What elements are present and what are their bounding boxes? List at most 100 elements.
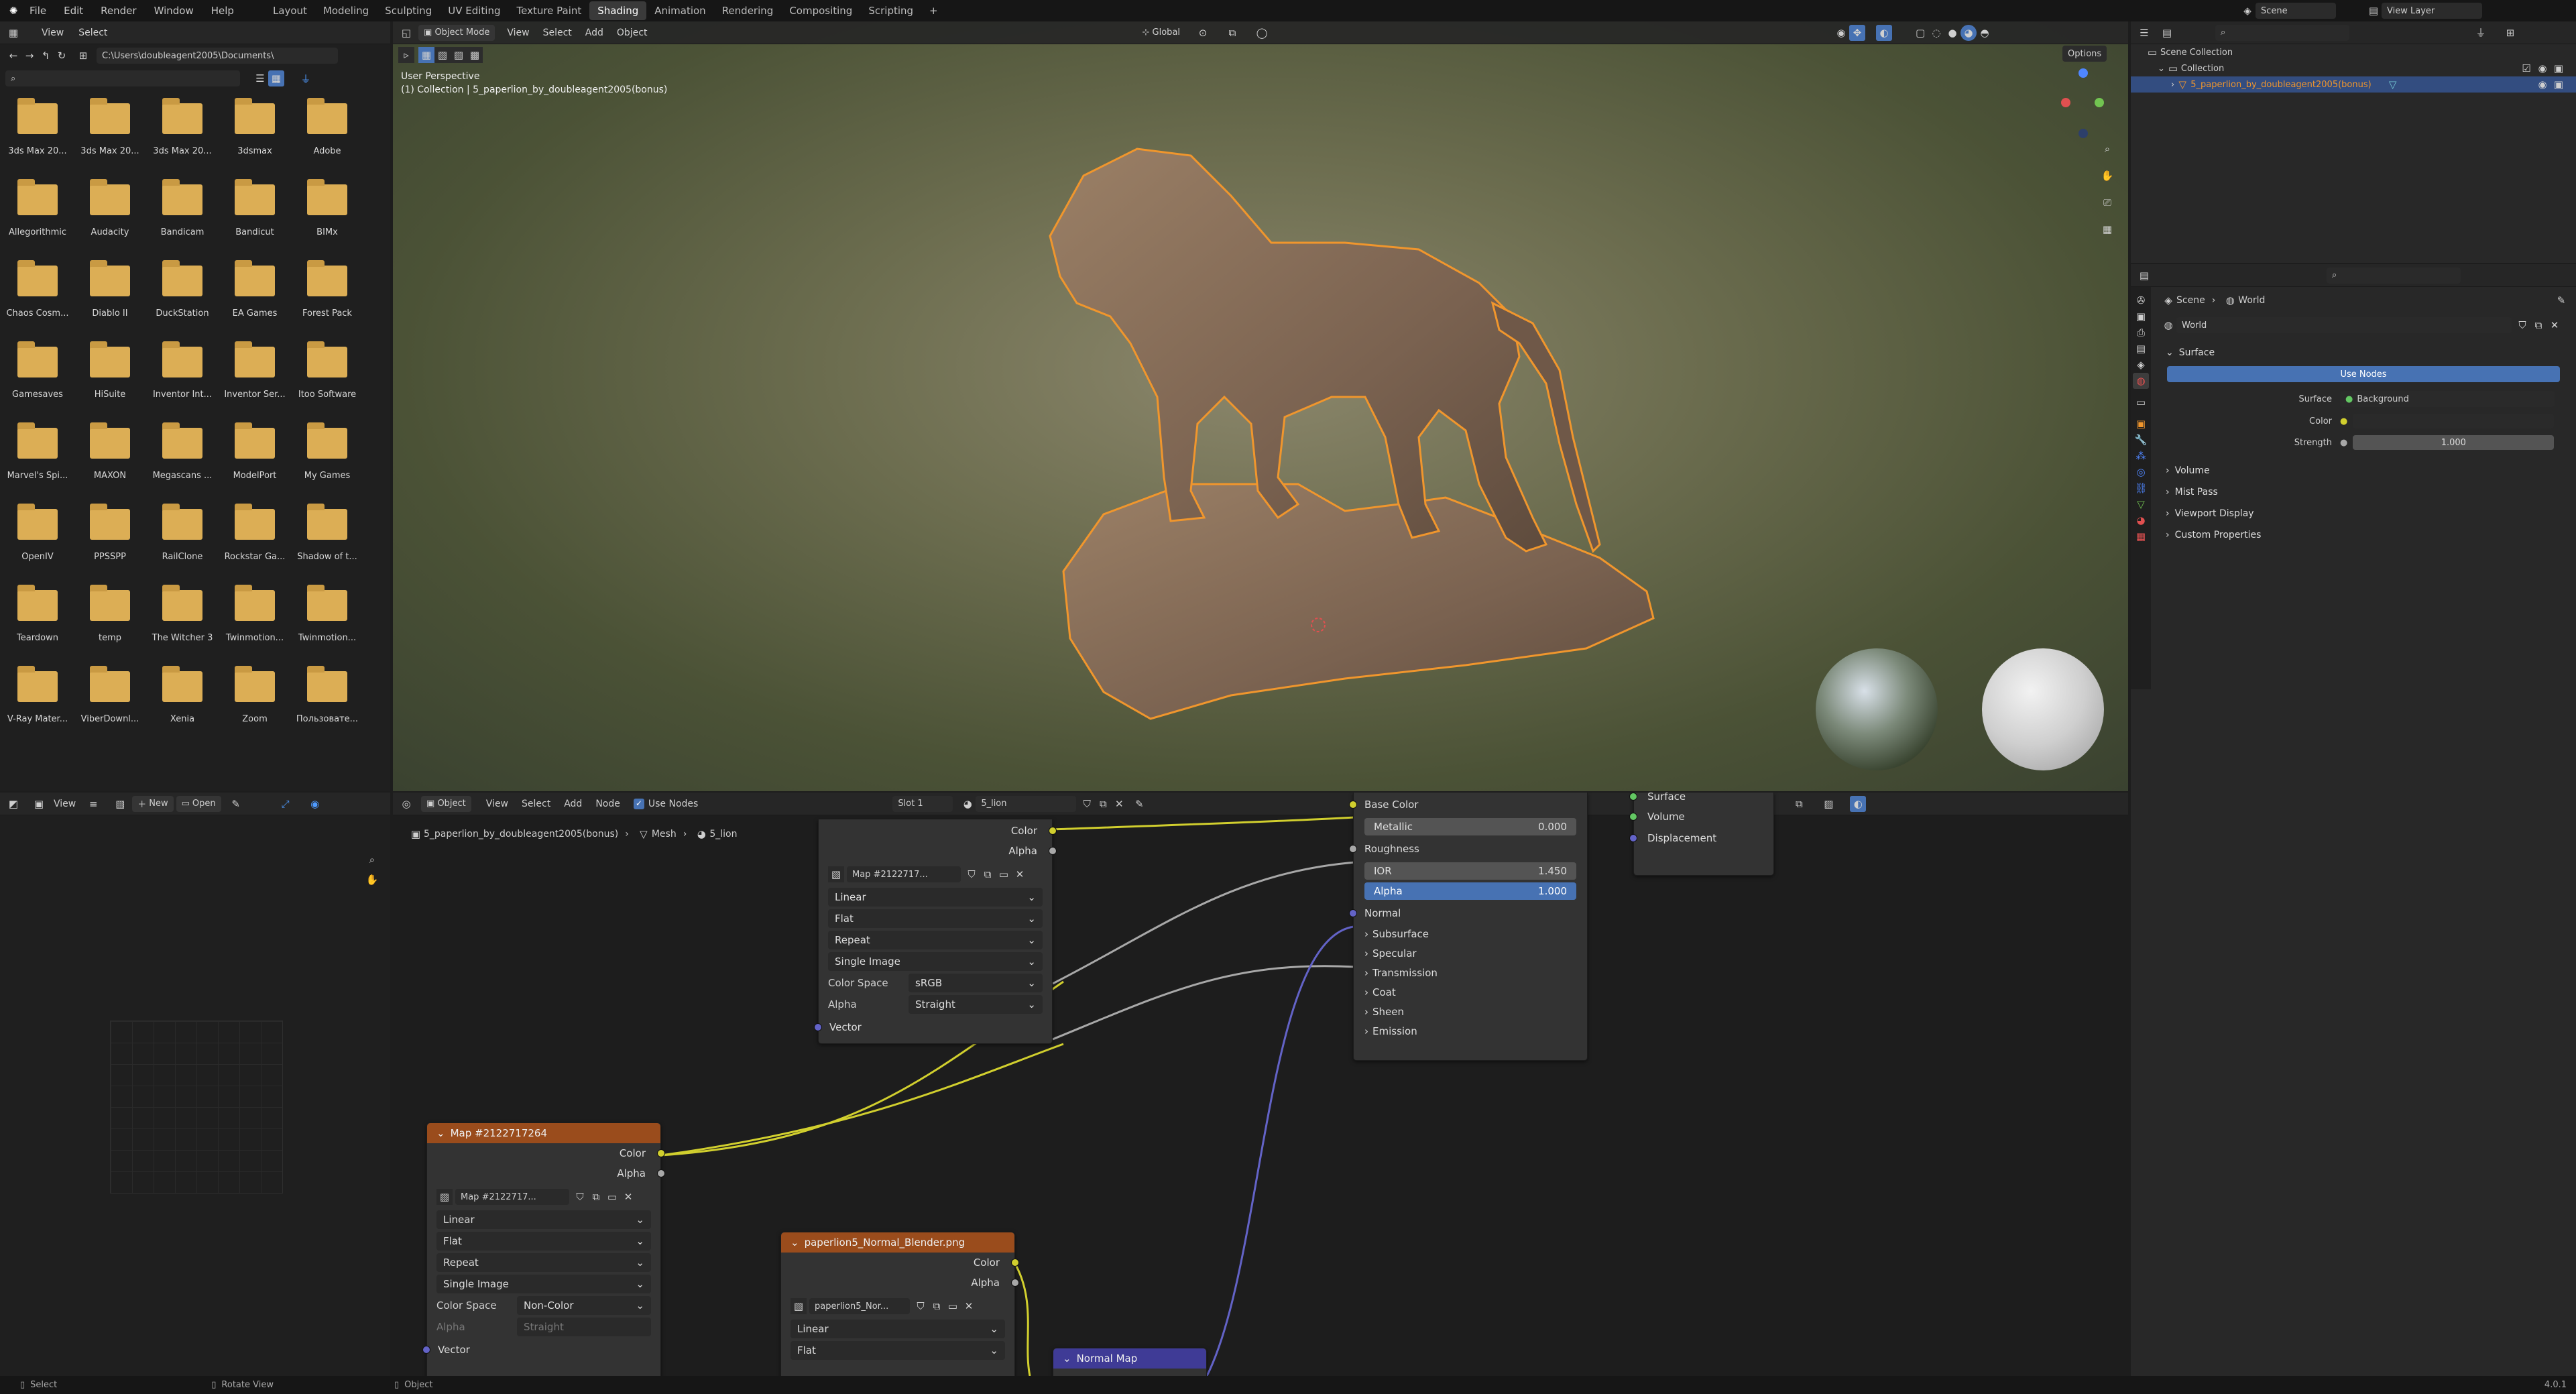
duplicate-image-icon[interactable]: ⧉: [980, 866, 996, 882]
tab-texture-paint[interactable]: Texture Paint: [508, 1, 589, 20]
folder-item[interactable]: ViberDownl...: [74, 666, 146, 752]
collapse-icon[interactable]: ⌄: [1063, 1352, 1071, 1364]
panel-surface[interactable]: ⌄ Surface: [2152, 342, 2576, 363]
unlink-world-icon[interactable]: ✕: [2546, 317, 2563, 333]
gizmo-y-axis[interactable]: [2095, 98, 2104, 107]
collapse-icon[interactable]: ⌄: [791, 1236, 799, 1248]
alpha-socket[interactable]: [657, 1169, 665, 1177]
image-browse-icon[interactable]: ▧: [791, 1298, 807, 1314]
chevron-down-icon[interactable]: ⌄: [2158, 64, 2165, 74]
modifier-tab-icon[interactable]: 🔧: [2133, 432, 2149, 448]
normal-map-node[interactable]: ⌄ Normal Map: [1053, 1348, 1207, 1376]
fb-search-input[interactable]: ⌕: [5, 70, 240, 86]
tab-modeling[interactable]: Modeling: [315, 1, 377, 20]
gizmo-x-axis[interactable]: [2061, 98, 2070, 107]
fake-user-icon[interactable]: ⛉: [913, 1298, 929, 1314]
filter-icon[interactable]: ⏚: [298, 70, 314, 86]
color-space-dropdown[interactable]: Non-Color ⌄: [517, 1296, 651, 1315]
color-space-dropdown[interactable]: sRGB ⌄: [909, 974, 1043, 992]
folder-item[interactable]: Adobe: [291, 98, 363, 184]
principled-bsdf-node[interactable]: Base Color Metallic 0.000 Roughness IOR 1.…: [1349, 793, 1588, 1061]
folder-item[interactable]: Inventor Int...: [146, 341, 219, 428]
thumbnail-view-icon[interactable]: ▦: [268, 70, 284, 86]
pan-hand-icon[interactable]: ✋: [364, 872, 380, 888]
back-icon[interactable]: ←: [5, 48, 21, 64]
unlink-image-icon[interactable]: ✕: [1012, 866, 1028, 882]
folder-item[interactable]: Teardown: [1, 585, 74, 671]
duplicate-image-icon[interactable]: ⧉: [929, 1298, 945, 1314]
folder-item[interactable]: 3ds Max 20...: [146, 98, 219, 184]
folder-item[interactable]: DuckStation: [146, 260, 219, 347]
ortho-toggle-icon[interactable]: ▦: [2099, 221, 2115, 237]
normal-socket[interactable]: [1349, 909, 1357, 917]
3d-viewport[interactable]: ◱ ▣ Object Mode View Select Add Object ⊹…: [393, 21, 2128, 791]
extension-dropdown[interactable]: Repeat ⌄: [828, 931, 1043, 949]
image-browse-icon[interactable]: ▧: [828, 866, 844, 882]
view-layer-selector[interactable]: View Layer: [2382, 3, 2482, 19]
pin-icon[interactable]: ✎: [228, 796, 244, 812]
folder-item[interactable]: Diablo II: [74, 260, 146, 347]
image-browse-icon[interactable]: ▧: [112, 796, 128, 812]
tab-animation[interactable]: Animation: [646, 1, 713, 20]
uv-sync-icon[interactable]: ⤢: [278, 796, 294, 812]
gizmo-z-axis[interactable]: [2079, 68, 2088, 78]
data-tab-icon[interactable]: ▽: [2133, 496, 2149, 512]
navigation-gizmo[interactable]: [2056, 68, 2109, 142]
color-swatch[interactable]: [2353, 414, 2555, 428]
material-tab-icon[interactable]: ◕: [2133, 512, 2149, 528]
blender-logo-icon[interactable]: ✺: [5, 3, 21, 19]
projection-dropdown[interactable]: Flat ⌄: [791, 1341, 1005, 1360]
extension-dropdown[interactable]: Repeat ⌄: [436, 1253, 651, 1272]
shader-node-editor[interactable]: ◎ ▣ Object View Select Add Node ✓ Use No…: [393, 793, 2128, 1376]
panel-sheen[interactable]: › Sheen: [1354, 1002, 1587, 1021]
image-name-field[interactable]: Map #2122717...: [847, 866, 961, 882]
fake-user-icon[interactable]: ⛉: [572, 1189, 588, 1205]
eye-icon[interactable]: ◉: [2534, 76, 2551, 93]
world-browse-icon[interactable]: ◍: [2160, 317, 2176, 333]
folder-item[interactable]: Пользовате...: [291, 666, 363, 752]
vector-socket[interactable]: [422, 1346, 430, 1354]
particles-tab-icon[interactable]: ⁂: [2133, 448, 2149, 464]
open-image-button[interactable]: ▭ Open: [176, 795, 221, 812]
hamburger-icon[interactable]: ≡: [85, 796, 101, 812]
source-dropdown[interactable]: Single Image ⌄: [828, 952, 1043, 971]
folder-item[interactable]: Chaos Cosm...: [1, 260, 74, 347]
tool-tab-icon[interactable]: ✇: [2133, 292, 2149, 308]
physics-tab-icon[interactable]: ◎: [2133, 464, 2149, 480]
folder-item[interactable]: ModelPort: [219, 422, 291, 509]
path-field[interactable]: C:\Users\doubleagent2005\Documents\: [97, 48, 338, 64]
panel-specular[interactable]: › Specular: [1354, 943, 1587, 963]
ior-slider[interactable]: IOR 1.450: [1364, 862, 1576, 880]
vector-socket[interactable]: [814, 1023, 822, 1031]
interpolation-dropdown[interactable]: Linear ⌄: [436, 1210, 651, 1229]
view-layer-tab-icon[interactable]: ▤: [2133, 341, 2149, 357]
collection-tab-icon[interactable]: ▭: [2133, 394, 2149, 410]
folder-item[interactable]: The Witcher 3: [146, 585, 219, 671]
world-name-field[interactable]: World: [2176, 317, 2512, 333]
image-name-field[interactable]: Map #2122717...: [455, 1189, 569, 1205]
panel-volume[interactable]: › Volume: [2152, 460, 2576, 481]
parent-dir-icon[interactable]: ↰: [38, 48, 54, 64]
texture-tab-icon[interactable]: ▦: [2133, 528, 2149, 544]
tab-shading[interactable]: Shading: [589, 1, 647, 20]
folder-item[interactable]: Twinmotion...: [219, 585, 291, 671]
fake-user-icon[interactable]: ⛉: [963, 866, 980, 882]
color-socket[interactable]: [1011, 1259, 1019, 1267]
image-browse-icon[interactable]: ▧: [436, 1189, 453, 1205]
base-color-socket[interactable]: [1349, 801, 1357, 809]
menu-edit[interactable]: Edit: [64, 5, 83, 17]
unlink-image-icon[interactable]: ✕: [620, 1189, 636, 1205]
folder-item[interactable]: EA Games: [219, 260, 291, 347]
panel-emission[interactable]: › Emission: [1354, 1021, 1587, 1041]
metallic-slider[interactable]: Metallic 0.000: [1364, 818, 1576, 835]
panel-transmission[interactable]: › Transmission: [1354, 963, 1587, 982]
collapse-icon[interactable]: ⌄: [436, 1127, 445, 1139]
use-nodes-button[interactable]: Use Nodes: [2167, 366, 2560, 382]
pin-icon[interactable]: ✎: [2553, 292, 2569, 308]
overlay-icon[interactable]: ◉: [307, 796, 323, 812]
folder-item[interactable]: Zoom: [219, 666, 291, 752]
folder-item[interactable]: Bandicut: [219, 179, 291, 266]
surface-shader-field[interactable]: ● Background: [2340, 391, 2555, 407]
panel-mist-pass[interactable]: › Mist Pass: [2152, 481, 2576, 503]
outliner-search-input[interactable]: ⌕: [2215, 24, 2349, 41]
